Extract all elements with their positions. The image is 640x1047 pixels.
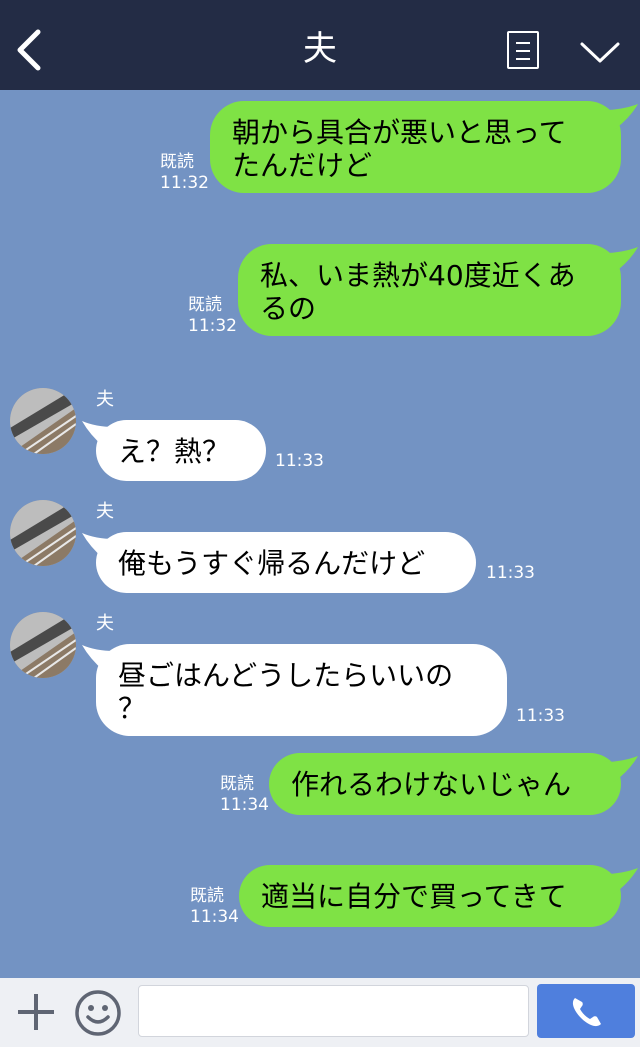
sender-name: 夫 bbox=[96, 613, 114, 634]
chevron-down-icon bbox=[580, 42, 620, 63]
smiley-icon bbox=[75, 990, 121, 1036]
note-icon bbox=[516, 42, 530, 44]
message-bubble-outgoing[interactable]: 作れるわけないじゃん bbox=[269, 753, 621, 815]
bubble-tail bbox=[604, 756, 638, 782]
phone-icon bbox=[572, 998, 601, 1027]
collapse-button[interactable] bbox=[578, 36, 622, 66]
message-bubble-outgoing[interactable]: 朝から具合が悪いと思って たんだけど bbox=[210, 101, 621, 193]
read-receipt: 既読 11:32 bbox=[188, 295, 237, 336]
message-bubble-outgoing[interactable]: 私、いま熱が40度近くあ るの bbox=[238, 244, 621, 336]
message-bubble-outgoing[interactable]: 適当に自分で買ってきて bbox=[239, 865, 621, 927]
note-button[interactable] bbox=[507, 31, 539, 69]
message-bubble-incoming[interactable]: 俺もうすぐ帰るんだけど bbox=[96, 532, 476, 593]
sender-name: 夫 bbox=[96, 389, 114, 410]
message-time: 11:33 bbox=[486, 563, 535, 583]
chat-header: 夫 bbox=[0, 0, 640, 90]
avatar[interactable] bbox=[10, 500, 76, 566]
message-bubble-incoming[interactable]: 昼ごはんどうしたらいいの？ bbox=[96, 644, 507, 736]
read-receipt: 既読 11:34 bbox=[220, 774, 269, 815]
read-receipt: 既読 11:34 bbox=[190, 886, 239, 927]
plus-button[interactable] bbox=[14, 990, 58, 1034]
sender-name: 夫 bbox=[96, 501, 114, 522]
avatar[interactable] bbox=[10, 388, 76, 454]
bubble-tail bbox=[604, 868, 638, 894]
input-bar bbox=[0, 978, 640, 1047]
message-bubble-incoming[interactable]: え？熱？ bbox=[96, 420, 266, 481]
message-input[interactable] bbox=[138, 985, 529, 1037]
message-time: 11:33 bbox=[275, 451, 324, 471]
message-time: 11:33 bbox=[516, 706, 565, 726]
plus-icon bbox=[18, 994, 54, 1030]
bubble-tail bbox=[604, 104, 638, 130]
call-button[interactable] bbox=[537, 984, 635, 1038]
avatar[interactable] bbox=[10, 612, 76, 678]
read-receipt: 既読 11:32 bbox=[160, 152, 209, 193]
chat-title: 夫 bbox=[303, 29, 337, 69]
bubble-tail bbox=[604, 247, 638, 273]
emoji-button[interactable] bbox=[74, 989, 122, 1037]
